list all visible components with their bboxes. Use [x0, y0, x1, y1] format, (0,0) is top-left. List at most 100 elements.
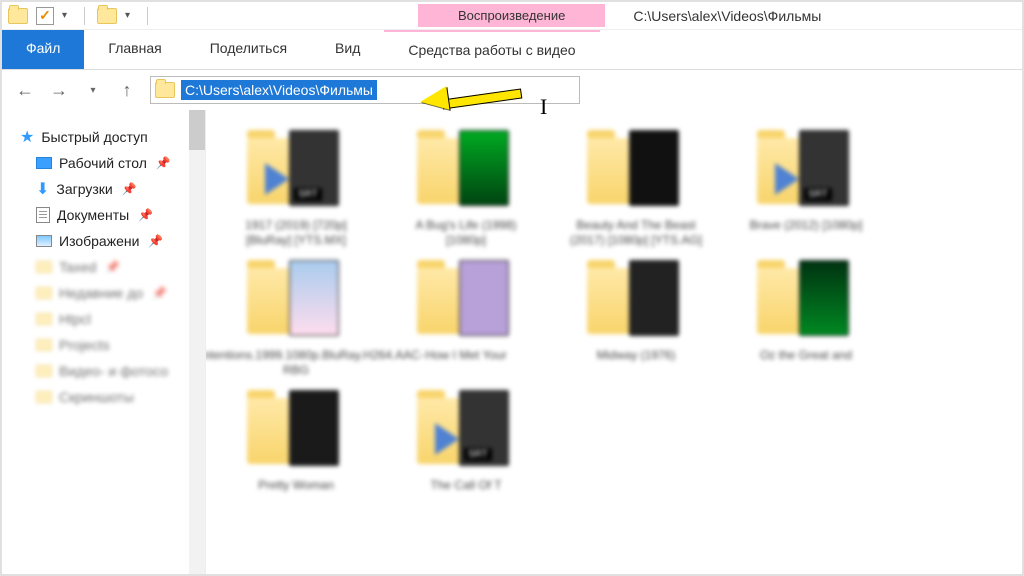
sidebar-item-label: Видео- и фотосо [59, 363, 168, 379]
chevron-down-icon[interactable]: ▾ [125, 10, 135, 21]
sidebar-item[interactable]: Скриншоты [20, 384, 201, 410]
sidebar-downloads[interactable]: ⬇ Загрузки 📌 [20, 176, 201, 202]
pin-icon: 📌 [152, 286, 167, 300]
sidebar-item-label: Документы [57, 207, 129, 223]
item-label: Brave (2012) [1080p] [750, 218, 863, 233]
navigation-pane: ★ Быстрый доступ Рабочий стол 📌 ⬇ Загрузки 📌… [2, 110, 206, 574]
tab-share[interactable]: Поделиться [186, 30, 311, 69]
divider [147, 7, 148, 25]
tab-view[interactable]: Вид [311, 30, 384, 69]
folder-icon [36, 287, 52, 299]
sidebar-item[interactable]: Projects [20, 332, 201, 358]
address-bar[interactable]: C:\Users\alex\Videos\Фильмы [150, 76, 580, 104]
sidebar-item-label: Быстрый доступ [41, 129, 147, 145]
body: ★ Быстрый доступ Рабочий стол 📌 ⬇ Загрузки 📌… [2, 110, 1022, 574]
sidebar-quick-access[interactable]: ★ Быстрый доступ [20, 124, 201, 150]
sidebar-documents[interactable]: Документы 📌 [20, 202, 201, 228]
thumbnail [757, 130, 855, 212]
forward-button[interactable]: → [48, 79, 70, 101]
sidebar-item-label: Projects [59, 337, 110, 353]
folder-icon [155, 82, 175, 98]
navigation-bar: ← → ▾ ↑ C:\Users\alex\Videos\Фильмы [2, 70, 1022, 110]
documents-icon [36, 207, 50, 223]
sidebar-item-label: Рабочий стол [59, 155, 147, 171]
text-cursor-icon: I [540, 94, 547, 120]
content-pane[interactable]: 1917 (2019) [720p] [BluRay] [YTS.MX] A B… [206, 110, 1022, 574]
pin-icon: 📌 [156, 156, 171, 170]
sidebar-item-label: Htpcl [59, 311, 91, 327]
item-label: A Bug's Life (1998) [1080p] [396, 218, 536, 248]
item-label: Pretty Woman [258, 478, 334, 493]
quick-access-toolbar: ✓ ▾ ▾ [2, 2, 158, 29]
folder-icon[interactable] [8, 8, 28, 24]
pin-icon: 📌 [138, 208, 153, 222]
folder-icon [36, 339, 52, 351]
item-label: The Call Of T [430, 478, 501, 493]
ribbon-tabs: Файл Главная Поделиться Вид Средства раб… [2, 30, 1022, 70]
folder-item[interactable]: Brave (2012) [1080p] [736, 130, 876, 248]
pin-icon: 📌 [105, 260, 120, 274]
item-label: How I Met Your [425, 348, 506, 363]
recent-chevron-icon[interactable]: ▾ [82, 79, 104, 101]
folder-item[interactable]: The Call Of T [396, 390, 536, 493]
folder-icon [36, 261, 52, 273]
chevron-down-icon[interactable]: ▾ [62, 10, 72, 21]
window-title: C:\Users\alex\Videos\Фильмы [605, 8, 849, 24]
folder-item[interactable]: Beauty And The Beast (2017) [1080p] [YTS… [566, 130, 706, 248]
item-label: Midway (1976) [597, 348, 676, 363]
folder-item[interactable]: A Bug's Life (1998) [1080p] [396, 130, 536, 248]
scrollbar-thumb[interactable] [189, 110, 205, 150]
desktop-icon [36, 157, 52, 169]
address-path[interactable]: C:\Users\alex\Videos\Фильмы [181, 80, 377, 100]
tab-file[interactable]: Файл [2, 30, 84, 69]
folder-icon [36, 365, 52, 377]
sidebar-item[interactable]: Htpcl [20, 306, 201, 332]
folder-item[interactable]: Pretty Woman [226, 390, 366, 493]
sidebar-desktop[interactable]: Рабочий стол 📌 [20, 150, 201, 176]
star-icon: ★ [20, 127, 34, 147]
sidebar-item[interactable]: Недавние до 📌 [20, 280, 201, 306]
sidebar-item-label: Недавние до [59, 285, 143, 301]
download-icon: ⬇ [36, 179, 49, 199]
thumbnail [247, 390, 345, 472]
folder-item[interactable]: How I Met Your [396, 260, 536, 378]
thumbnail [247, 260, 345, 342]
tab-home[interactable]: Главная [84, 30, 185, 69]
thumbnail [587, 130, 685, 212]
contextual-tab-header: Воспроизведение [418, 4, 605, 27]
thumbnail [757, 260, 855, 342]
folder-item[interactable]: Oz the Great and [736, 260, 876, 378]
item-label: Oz the Great and [760, 348, 852, 363]
pin-icon: 📌 [148, 234, 163, 248]
thumbnail [247, 130, 345, 212]
thumbnail [417, 390, 515, 472]
thumbnail [417, 130, 515, 212]
folder-icon [36, 313, 52, 325]
back-button[interactable]: ← [14, 79, 36, 101]
sidebar-item-label: Taxed [59, 259, 96, 275]
up-button[interactable]: ↑ [116, 79, 138, 101]
thumbnail [417, 260, 515, 342]
sidebar-item-label: Изображени [59, 233, 139, 249]
divider [84, 7, 85, 25]
titlebar: ✓ ▾ ▾ Воспроизведение C:\Users\alex\Vide… [2, 2, 1022, 30]
pictures-icon [36, 235, 52, 247]
folder-item[interactable]: Cruel.Intentions.1999.1080p.BluRay.H264.… [226, 260, 366, 378]
tab-video-tools[interactable]: Средства работы с видео [384, 30, 599, 69]
pin-icon: 📌 [122, 182, 137, 196]
thumbnail [587, 260, 685, 342]
new-folder-icon[interactable] [97, 8, 117, 24]
item-label: 1917 (2019) [720p] [BluRay] [YTS.MX] [226, 218, 366, 248]
sidebar-item-label: Загрузки [56, 181, 112, 197]
sidebar-item-label: Скриншоты [59, 389, 134, 405]
title-area: Воспроизведение C:\Users\alex\Videos\Фил… [158, 2, 1022, 29]
properties-icon[interactable]: ✓ [36, 7, 54, 25]
sidebar-item[interactable]: Taxed 📌 [20, 254, 201, 280]
folder-icon [36, 391, 52, 403]
item-label: Cruel.Intentions.1999.1080p.BluRay.H264.… [206, 348, 424, 378]
sidebar-pictures[interactable]: Изображени 📌 [20, 228, 201, 254]
folder-item[interactable]: 1917 (2019) [720p] [BluRay] [YTS.MX] [226, 130, 366, 248]
folder-item[interactable]: Midway (1976) [566, 260, 706, 378]
sidebar-item[interactable]: Видео- и фотосо [20, 358, 201, 384]
item-label: Beauty And The Beast (2017) [1080p] [YTS… [566, 218, 706, 248]
